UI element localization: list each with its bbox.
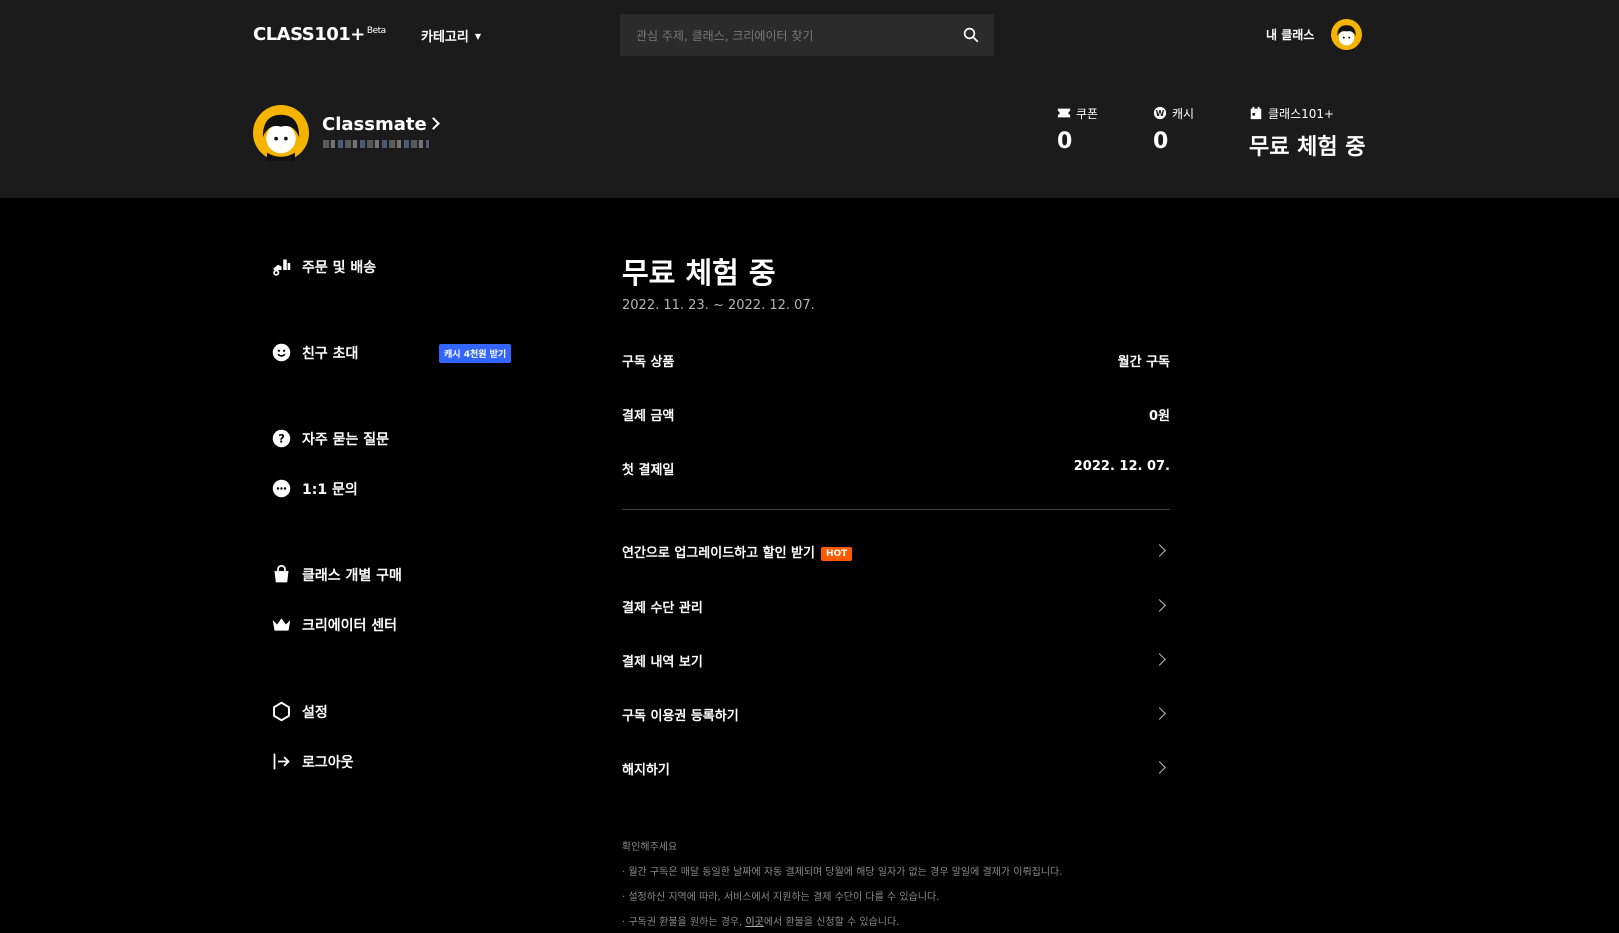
sidebar-item-faq[interactable]: ? 자주 묻는 질문 [271, 428, 389, 449]
divider [622, 509, 1170, 510]
coupon-stat[interactable]: 쿠폰 0 [1057, 105, 1098, 155]
notice-line: · 설정하신 지역에 따라, 서비스에서 지원하는 결제 수단이 다를 수 있습… [622, 892, 940, 903]
chevron-right-icon [1153, 544, 1166, 557]
svg-text:?: ? [278, 431, 285, 445]
chevron-right-icon [426, 117, 440, 130]
info-row-product: 구독 상품 월간 구독 [622, 355, 1170, 370]
info-row-amount: 결제 금액 0원 [622, 409, 1170, 424]
smile-icon [272, 343, 291, 362]
search-icon[interactable] [962, 26, 980, 44]
my-class-link[interactable]: 내 클래스 [1266, 26, 1314, 43]
notice-title: 확인해주세요 [622, 842, 678, 853]
chat-icon [272, 479, 291, 498]
sidebar-item-purchase[interactable]: 클래스 개별 구매 [271, 564, 402, 585]
delivery-icon [273, 259, 291, 276]
avatar[interactable] [1331, 19, 1362, 50]
cash-stat[interactable]: W 캐시 0 [1153, 105, 1194, 155]
sidebar-item-label: 로그아웃 [302, 754, 354, 771]
menu-payment-method[interactable]: 결제 수단 관리 [622, 597, 1170, 619]
sidebar-item-label: 크리에이터 센터 [302, 617, 398, 634]
sidebar-item-invite[interactable]: 친구 초대 [271, 342, 358, 363]
shopping-bag-icon [274, 564, 289, 583]
page-title: 무료 체험 중 [622, 256, 776, 290]
sidebar-item-label: 친구 초대 [302, 345, 359, 362]
sidebar-item-logout[interactable]: 로그아웃 [271, 751, 354, 772]
gear-icon [273, 701, 290, 722]
trial-period: 2022. 11. 23. ~ 2022. 12. 07. [622, 298, 815, 313]
notice-line: · 월간 구독은 매달 동일한 날짜에 자동 결제되며 당월에 해당 일자가 없… [622, 867, 1063, 878]
cash-reward-badge: 캐시 4천원 받기 [439, 344, 512, 363]
sidebar-item-label: 1:1 문의 [302, 481, 358, 498]
menu-payment-history[interactable]: 결제 내역 보기 [622, 651, 1170, 673]
won-icon: W [1153, 106, 1167, 120]
subscription-stat[interactable]: 클래스101+ 무료 체험 중 [1249, 105, 1366, 161]
masked-email [323, 140, 429, 148]
caret-down-icon: ▼ [474, 32, 481, 41]
question-icon: ? [272, 429, 291, 448]
sidebar-item-settings[interactable]: 설정 [271, 701, 328, 722]
info-row-first-payment: 첫 결제일 2022. 12. 07. [622, 459, 1170, 478]
profile-name[interactable]: Classmate [322, 114, 440, 135]
sidebar-item-label: 설정 [302, 704, 328, 721]
chevron-right-icon [1153, 599, 1166, 612]
sidebar-item-label: 주문 및 배송 [302, 259, 377, 276]
calendar-icon [1250, 106, 1262, 120]
search-bar [620, 14, 994, 58]
profile-avatar[interactable] [253, 105, 309, 161]
chevron-right-icon [1153, 653, 1166, 666]
sidebar-item-inquiry[interactable]: 1:1 문의 [271, 478, 358, 499]
sidebar-item-label: 클래스 개별 구매 [302, 567, 402, 584]
menu-cancel-subscription[interactable]: 해지하기 [622, 759, 1170, 781]
svg-text:W: W [1156, 109, 1165, 118]
sidebar-item-orders[interactable]: 주문 및 배송 [271, 256, 376, 277]
category-menu[interactable]: 카테고리 ▼ [421, 26, 481, 45]
refund-link[interactable]: 이곳 [745, 917, 763, 928]
menu-register-voucher[interactable]: 구독 이용권 등록하기 [622, 705, 1170, 727]
chevron-right-icon [1153, 761, 1166, 774]
logo[interactable]: CLASS101+ Beta [253, 24, 386, 45]
menu-upgrade-annual[interactable]: 연간으로 업그레이드하고 할인 받기 HOT [622, 542, 1170, 564]
hot-badge: HOT [820, 547, 853, 561]
sidebar-item-label: 자주 묻는 질문 [302, 431, 390, 448]
sidebar-item-creator-center[interactable]: 크리에이터 센터 [271, 614, 397, 635]
notice-line: · 구독권 환불을 원하는 경우, 이곳에서 환불을 신청할 수 있습니다. [622, 917, 900, 928]
coupon-icon [1057, 108, 1071, 118]
logout-icon [273, 753, 290, 770]
crown-icon [272, 618, 291, 631]
chevron-right-icon [1153, 707, 1166, 720]
search-input[interactable] [634, 14, 958, 58]
